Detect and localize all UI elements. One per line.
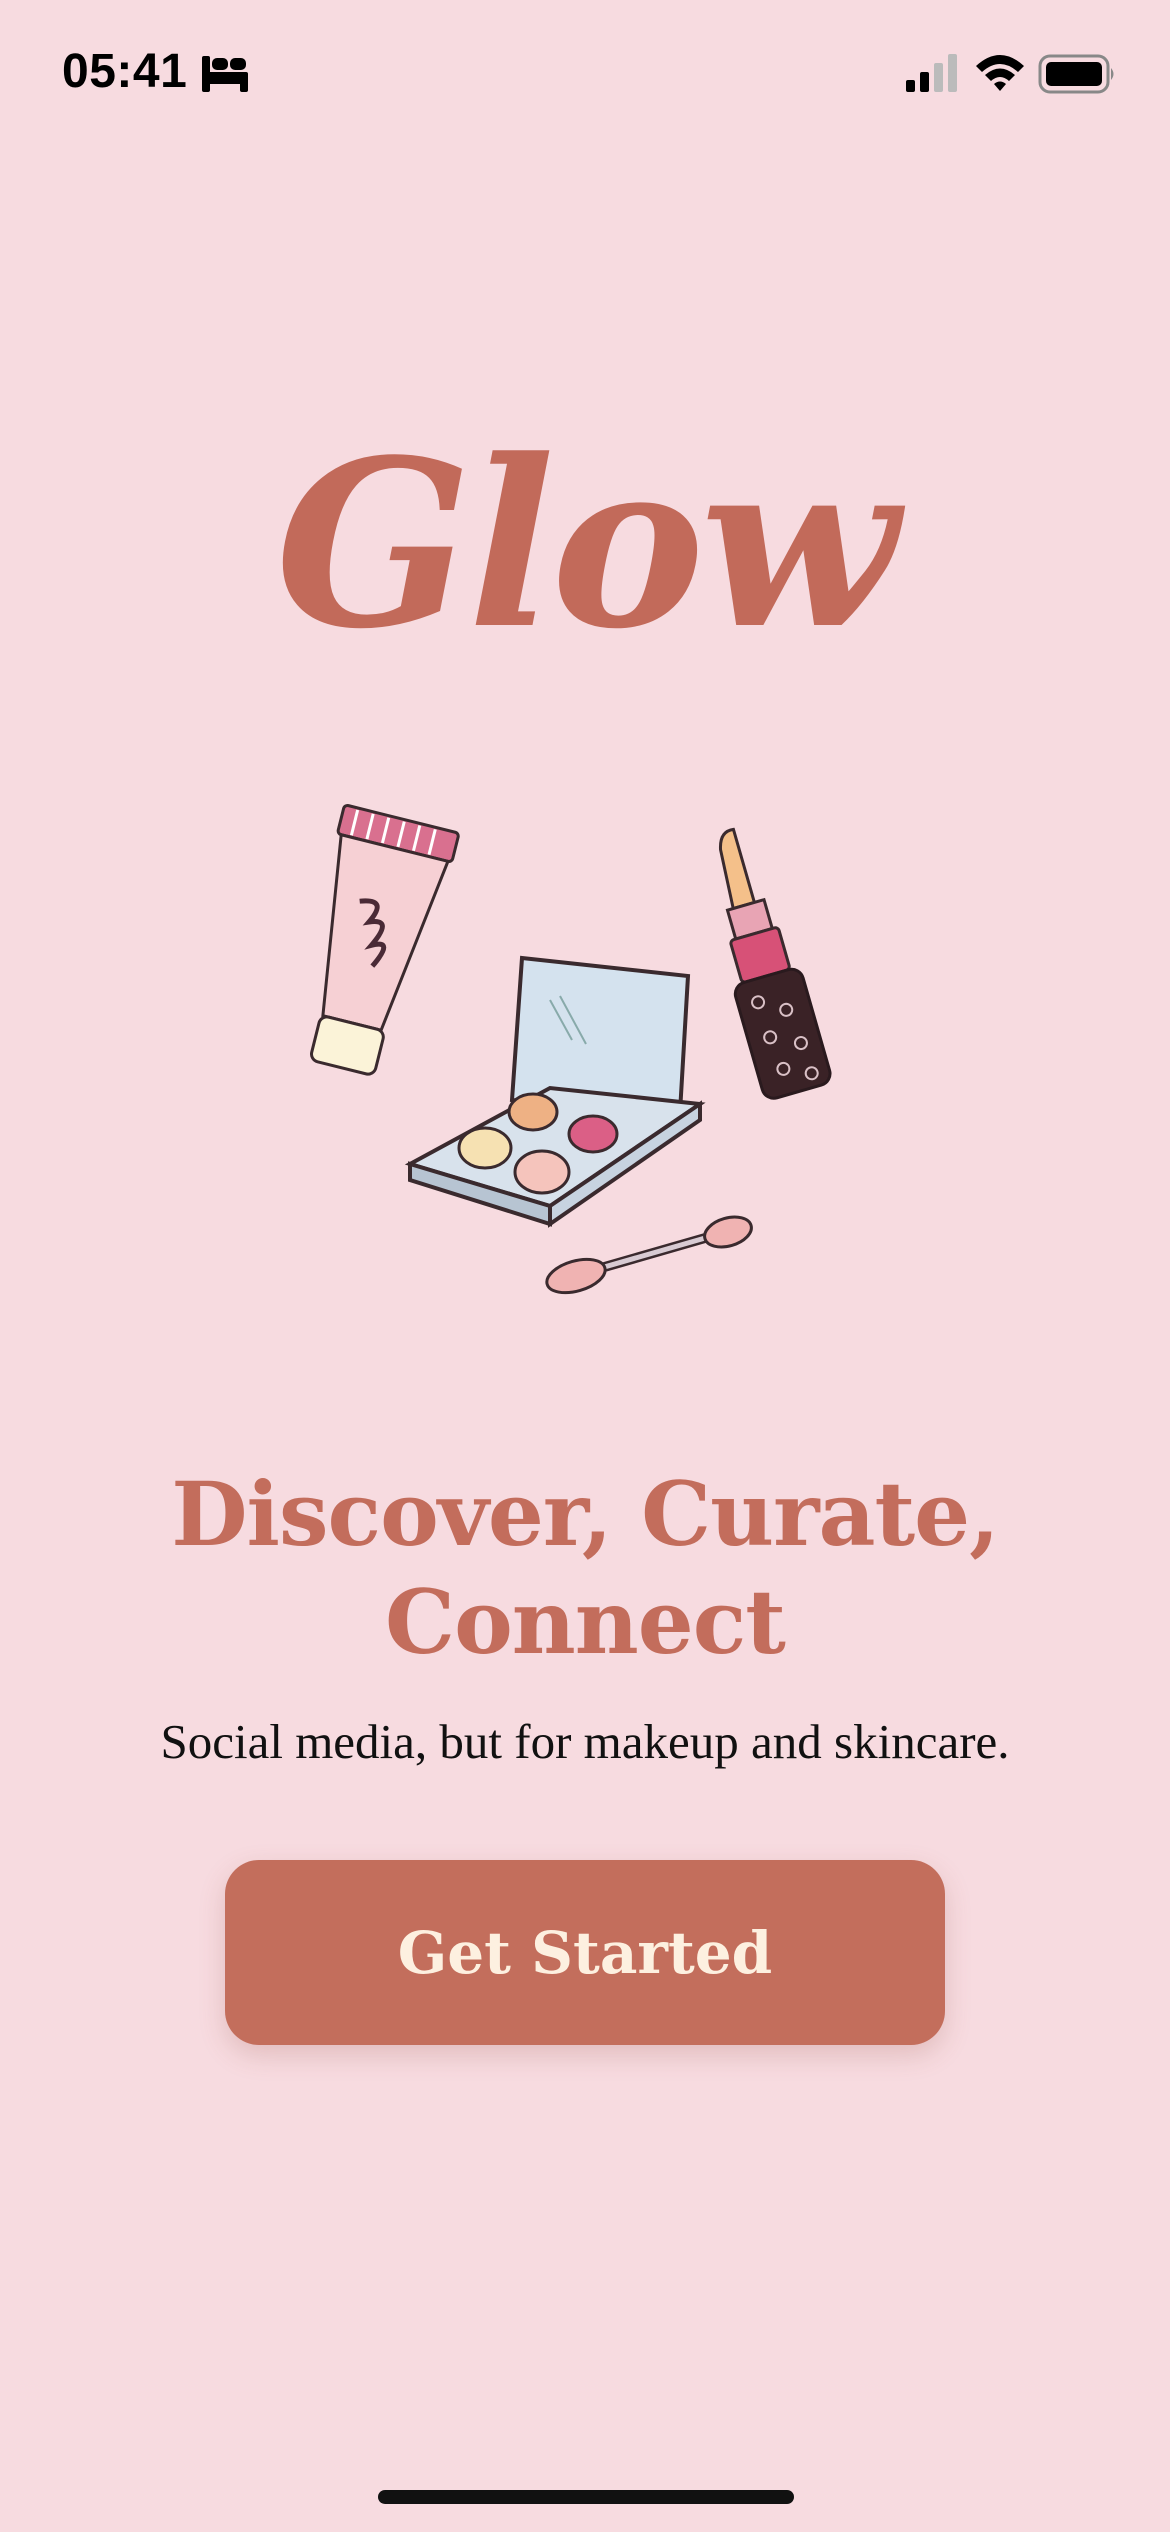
- eyeshadow-palette-icon: [404, 955, 706, 1228]
- sleep-mode-icon: [202, 56, 248, 92]
- status-bar: 05:41: [0, 0, 1170, 150]
- makeup-illustration: [310, 804, 832, 1295]
- applicator-brush-icon: [545, 1215, 753, 1295]
- battery-icon: [1038, 54, 1114, 94]
- lipstick-icon: [719, 827, 832, 1100]
- app-logo: Glow: [275, 410, 898, 680]
- home-indicator[interactable]: [378, 2490, 794, 2504]
- headline-line-2: Connect: [385, 1570, 786, 1674]
- status-time: 05:41: [62, 45, 188, 98]
- cream-tube-icon: [310, 804, 460, 1076]
- cellular-signal-icon: [906, 54, 957, 92]
- onboarding-subtitle: Social media, but for makeup and skincar…: [160, 1714, 1010, 1769]
- get-started-button[interactable]: Get Started: [225, 1860, 945, 2045]
- wifi-icon: [976, 55, 1024, 91]
- headline-line-1: Discover, Curate,: [171, 1462, 1000, 1566]
- onboarding-headline: Discover, Curate, Connect: [100, 1460, 1070, 1676]
